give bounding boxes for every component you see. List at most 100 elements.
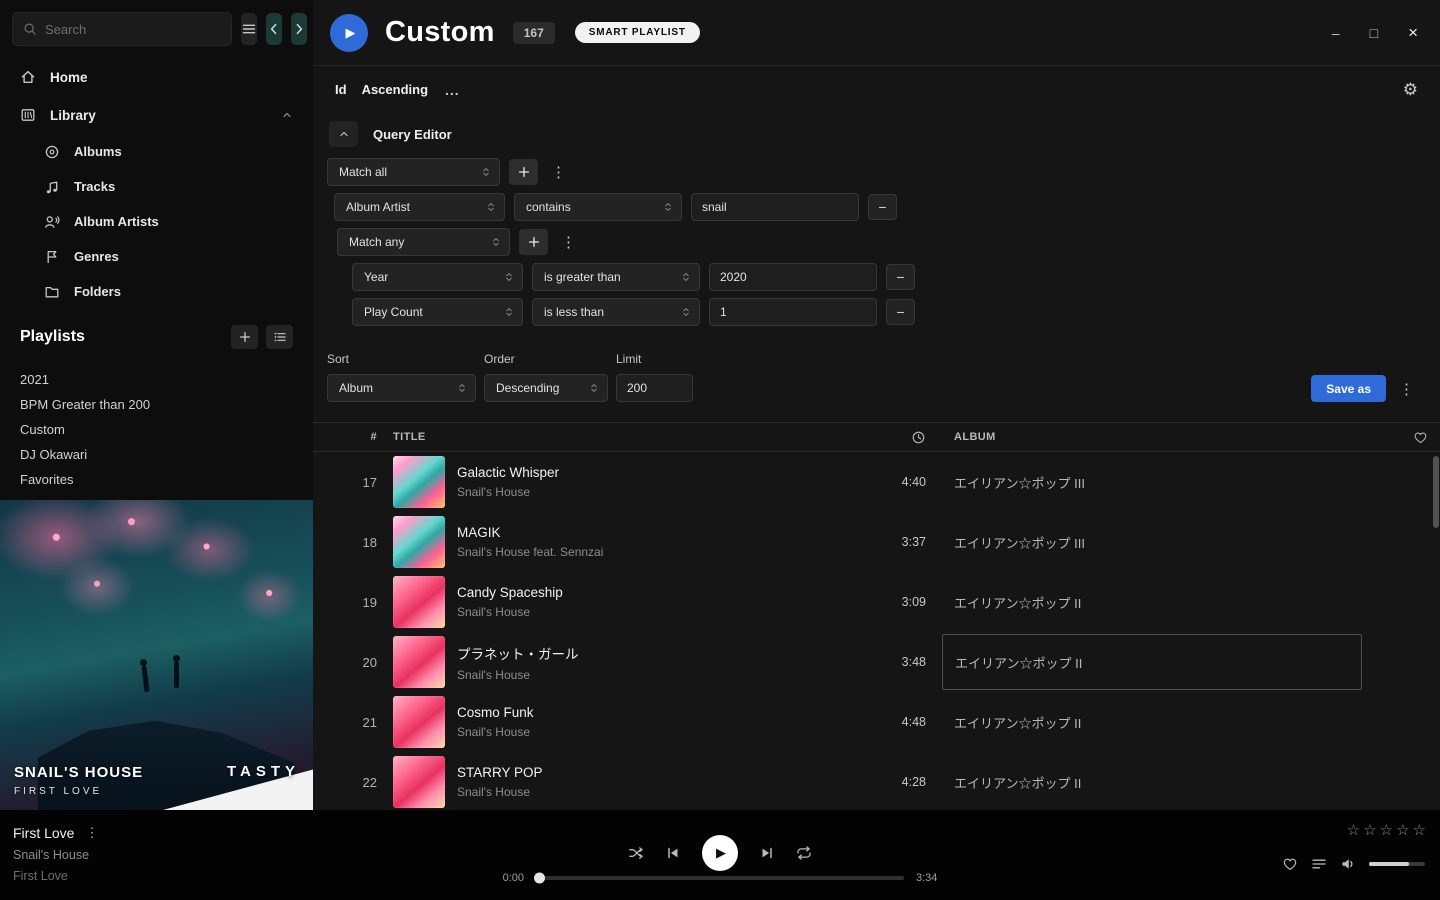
search-input[interactable] xyxy=(45,22,221,37)
previous-track-button[interactable] xyxy=(665,845,681,861)
sidebar-item-folders[interactable]: Folders xyxy=(0,274,313,309)
table-row[interactable]: 18 MAGIK Snail's House feat. Sennzai 3:3… xyxy=(313,512,1440,572)
sidebar-item-genres[interactable]: Genres xyxy=(0,239,313,274)
star-icon[interactable]: ☆ xyxy=(1396,823,1409,838)
column-header-title[interactable]: TITLE xyxy=(393,431,790,443)
column-header-index[interactable]: # xyxy=(321,431,377,443)
query-menu-button[interactable]: ⋮ xyxy=(1395,380,1418,398)
track-count-badge: 167 xyxy=(513,22,555,44)
queue-button[interactable] xyxy=(1311,856,1327,872)
table-row[interactable]: 17 Galactic Whisper Snail's House 4:40 エ… xyxy=(313,452,1440,512)
column-header-album[interactable]: ALBUM xyxy=(942,431,1362,443)
now-playing-artwork[interactable]: SNAIL'S HOUSE FIRST LOVE TASTY xyxy=(0,500,313,810)
seek-handle[interactable] xyxy=(534,873,545,884)
volume-slider[interactable] xyxy=(1369,862,1425,866)
play-playlist-button[interactable]: ▶ xyxy=(330,14,368,52)
track-artist: Snail's House xyxy=(457,485,559,499)
now-playing-album[interactable]: First Love xyxy=(13,869,98,883)
collapse-query-editor-button[interactable] xyxy=(329,121,358,147)
rule-value-input[interactable] xyxy=(709,298,877,326)
rule-field-select[interactable]: Play Count xyxy=(352,298,523,326)
track-duration: 3:48 xyxy=(806,655,926,669)
library-icon xyxy=(20,107,36,123)
playlist-item[interactable]: Favorites xyxy=(0,467,313,492)
star-icon[interactable]: ☆ xyxy=(1380,823,1393,838)
shuffle-button[interactable] xyxy=(628,845,644,861)
table-row[interactable]: 19 Candy Spaceship Snail's House 3:09 エイ… xyxy=(313,572,1440,632)
remove-rule-button[interactable]: − xyxy=(868,194,897,220)
rule-group-menu-button[interactable]: ⋮ xyxy=(547,163,570,181)
window-minimize-button[interactable]: – xyxy=(1332,26,1340,40)
playlist-item[interactable]: 2021 xyxy=(0,367,313,392)
album-thumbnail xyxy=(393,696,445,748)
remove-rule-button[interactable]: − xyxy=(886,299,915,325)
sidebar-item-album-artists[interactable]: Album Artists xyxy=(0,204,313,239)
smart-playlist-badge: SMART PLAYLIST xyxy=(575,22,700,43)
window-close-button[interactable]: × xyxy=(1408,24,1418,41)
table-row[interactable]: 21 Cosmo Funk Snail's House 4:48 エイリアン☆ポ… xyxy=(313,692,1440,752)
chevron-up-icon xyxy=(338,128,350,140)
add-rule-button[interactable] xyxy=(509,159,538,185)
volume-fill xyxy=(1369,862,1409,866)
plus-icon xyxy=(527,235,541,249)
rule-field-select[interactable]: Album Artist xyxy=(334,193,505,221)
limit-input[interactable] xyxy=(616,374,693,402)
star-icon[interactable]: ☆ xyxy=(1363,823,1376,838)
artwork-figure xyxy=(141,666,149,692)
rule-operator-select[interactable]: contains xyxy=(514,193,682,221)
rule-value-input[interactable] xyxy=(709,263,877,291)
scrollbar-thumb[interactable] xyxy=(1433,456,1439,528)
playlist-item[interactable]: DJ Okawari xyxy=(0,442,313,467)
now-playing-artist[interactable]: Snail's House xyxy=(13,848,98,862)
add-playlist-button[interactable] xyxy=(231,325,258,349)
settings-gear-icon[interactable]: ⚙ xyxy=(1403,80,1418,100)
favorite-button[interactable] xyxy=(1282,856,1298,872)
sidebar-item-label: Albums xyxy=(74,144,122,159)
forward-button[interactable] xyxy=(291,13,307,45)
volume-button[interactable] xyxy=(1340,856,1356,872)
sidebar-item-library[interactable]: Library xyxy=(0,96,313,134)
now-playing-title[interactable]: First Love xyxy=(13,825,74,841)
back-button[interactable] xyxy=(266,13,282,45)
rule-value-input[interactable] xyxy=(691,193,859,221)
save-as-button[interactable]: Save as xyxy=(1311,375,1386,402)
order-select[interactable]: Descending xyxy=(484,374,608,402)
match-type-select[interactable]: Match all xyxy=(327,158,500,186)
track-album-focused-cell[interactable]: エイリアン☆ポップ II xyxy=(942,634,1362,690)
now-playing-menu-button[interactable]: ⋮ xyxy=(85,825,98,841)
track-title: STARRY POP xyxy=(457,765,543,780)
sidebar-item-tracks[interactable]: Tracks xyxy=(0,169,313,204)
track-duration: 4:48 xyxy=(806,715,926,729)
play-pause-button[interactable]: ▶ xyxy=(702,835,738,871)
star-icon[interactable]: ☆ xyxy=(1413,823,1426,838)
rule-operator-select[interactable]: is less than xyxy=(532,298,700,326)
seek-bar[interactable] xyxy=(536,876,904,880)
remove-rule-button[interactable]: − xyxy=(886,264,915,290)
playlist-item[interactable]: BPM Greater than 200 xyxy=(0,392,313,417)
rule-field-select[interactable]: Year xyxy=(352,263,523,291)
star-icon[interactable]: ☆ xyxy=(1347,823,1360,838)
manage-playlists-button[interactable] xyxy=(266,325,293,349)
sidebar-item-home[interactable]: Home xyxy=(0,58,313,96)
next-track-button[interactable] xyxy=(759,845,775,861)
rule-operator-select[interactable]: is greater than xyxy=(532,263,700,291)
sort-field-button[interactable]: Id xyxy=(335,82,347,97)
sidebar-item-albums[interactable]: Albums xyxy=(0,134,313,169)
select-arrows-icon xyxy=(480,166,492,178)
group-match-type-select[interactable]: Match any xyxy=(337,228,510,256)
group-menu-button[interactable]: ⋮ xyxy=(557,233,580,251)
playlist-item[interactable]: Custom xyxy=(0,417,313,442)
window-maximize-button[interactable]: □ xyxy=(1370,26,1378,40)
sort-direction-button[interactable]: Ascending xyxy=(362,82,428,97)
add-group-rule-button[interactable] xyxy=(519,229,548,255)
search-box[interactable] xyxy=(12,12,232,46)
table-row[interactable]: 20 プラネット・ガール Snail's House 3:48 エイリアン☆ポッ… xyxy=(313,632,1440,692)
table-row[interactable]: 22 STARRY POP Snail's House 4:28 エイリアン☆ポ… xyxy=(313,752,1440,810)
sort-by-select[interactable]: Album xyxy=(327,374,476,402)
repeat-button[interactable] xyxy=(796,845,812,861)
column-header-duration[interactable] xyxy=(806,430,926,445)
menu-button[interactable] xyxy=(241,13,257,45)
track-title: Galactic Whisper xyxy=(457,465,559,480)
more-options-button[interactable]: ... xyxy=(445,82,460,98)
column-header-favorite[interactable] xyxy=(1378,430,1428,445)
